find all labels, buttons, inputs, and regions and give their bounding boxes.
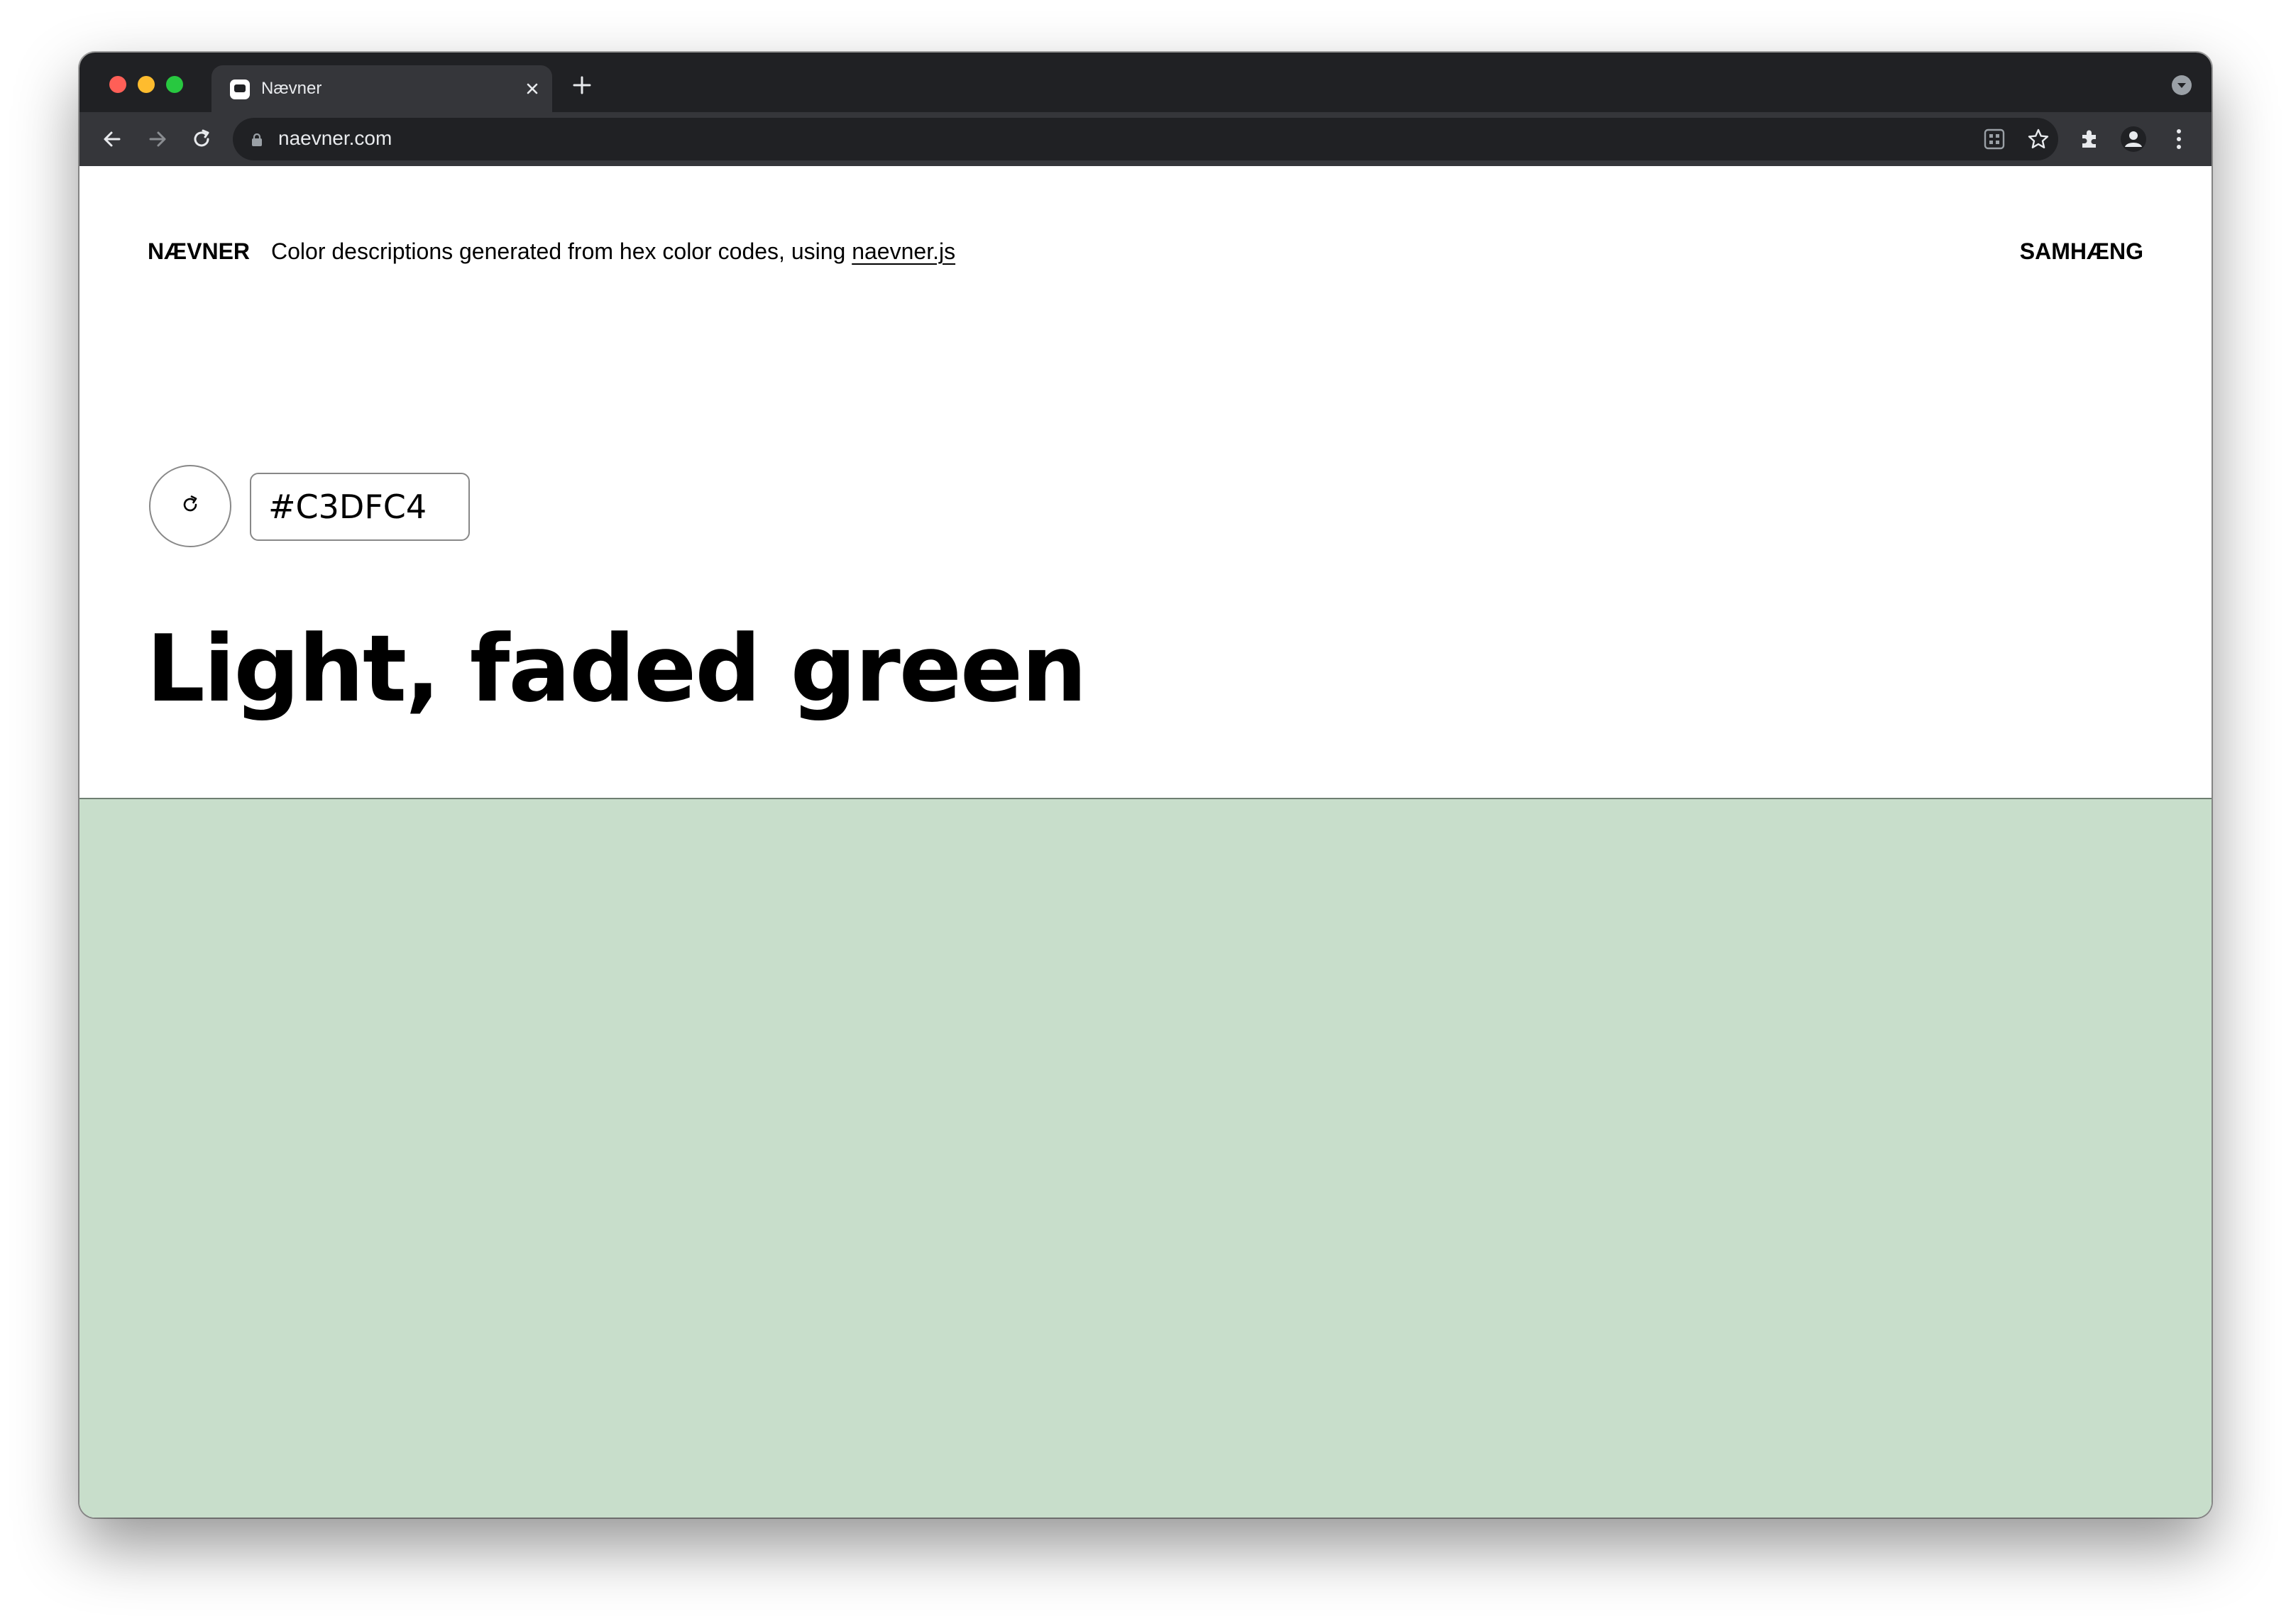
browser-toolbar: naevner.com: [79, 112, 2212, 166]
plus-icon[interactable]: [568, 71, 596, 99]
hex-color-input[interactable]: [250, 473, 470, 541]
naevner-js-link[interactable]: naevner.js: [852, 238, 955, 264]
samhaeng-nav-link[interactable]: SAMHÆNG: [2020, 238, 2143, 265]
browser-tab[interactable]: Nævner: [211, 65, 552, 112]
site-tagline: Color descriptions generated from hex co…: [271, 238, 955, 265]
qr-code-icon[interactable]: [1980, 125, 2009, 153]
maximize-window-button[interactable]: [166, 76, 183, 93]
url-text[interactable]: naevner.com: [278, 127, 392, 150]
arrow-right-icon[interactable]: [139, 121, 176, 158]
close-icon[interactable]: [521, 77, 544, 100]
lock-icon: [251, 133, 263, 146]
profile-icon[interactable]: [2118, 124, 2149, 155]
reload-icon[interactable]: [183, 121, 220, 158]
tab-search-icon[interactable]: [2172, 75, 2192, 95]
tab-title: Nævner: [261, 79, 322, 98]
close-window-button[interactable]: [109, 76, 126, 93]
minimize-window-button[interactable]: [138, 76, 155, 93]
refresh-icon: [178, 493, 202, 520]
kebab-menu-icon[interactable]: [2163, 124, 2194, 155]
color-description: Light, faded green: [146, 615, 1087, 723]
chat-bubble-icon: [230, 79, 250, 99]
browser-window: Nævner naevner.com NÆVNER Color descript…: [79, 53, 2212, 1518]
web-page: NÆVNER Color descriptions generated from…: [79, 166, 2212, 1518]
address-bar[interactable]: naevner.com: [233, 118, 2058, 160]
tab-strip: Nævner: [79, 53, 2212, 112]
star-icon[interactable]: [2024, 125, 2053, 153]
site-logo[interactable]: NÆVNER: [148, 238, 250, 265]
arrow-left-icon[interactable]: [94, 121, 131, 158]
color-swatch: [79, 798, 2212, 1518]
puzzle-icon[interactable]: [2074, 124, 2105, 155]
tagline-text: Color descriptions generated from hex co…: [271, 238, 852, 264]
random-color-button[interactable]: [149, 465, 231, 547]
